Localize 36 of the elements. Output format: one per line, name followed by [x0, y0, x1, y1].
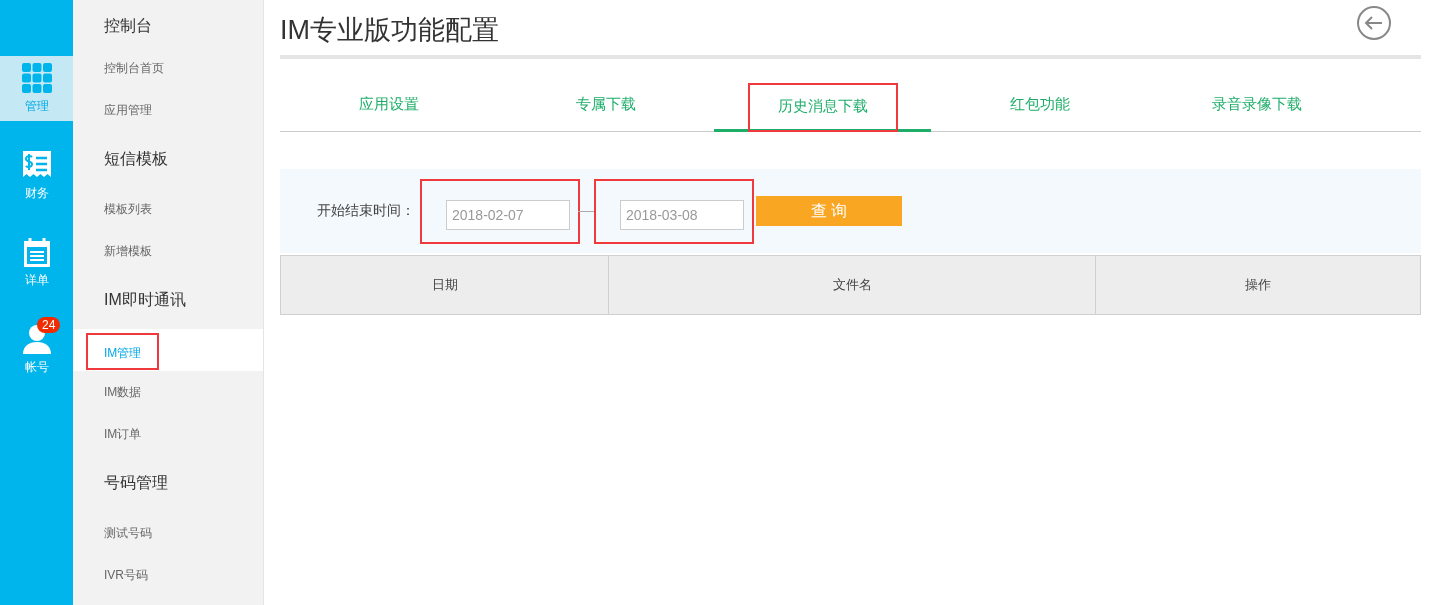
tab[interactable]: 录音录像下载 — [1148, 79, 1365, 131]
calendar-icon — [21, 236, 52, 268]
tab[interactable]: 应用设置 — [280, 79, 497, 131]
date-field[interactable]: 2018-02-07 — [446, 199, 570, 230]
annotation-frame: 历史消息下载 — [747, 82, 898, 132]
tab[interactable]: 历史消息下载 — [714, 79, 931, 132]
date-field[interactable]: 2018-03-08 — [620, 199, 744, 230]
grid-icon — [21, 62, 52, 94]
sidebar-item[interactable]: IVR号码 — [73, 554, 263, 596]
query-button[interactable]: 查 询 — [756, 196, 902, 226]
sidebar-item[interactable]: 测试号码 — [73, 512, 263, 554]
column-header: 文件名 — [609, 256, 1096, 314]
sidebar-item[interactable]: IM数据 — [73, 371, 263, 413]
sidebar-item[interactable]: 新增模板 — [73, 230, 263, 272]
section-heading: 短信模板 — [103, 149, 169, 169]
section-heading: 控制台 — [103, 15, 153, 36]
rail-item[interactable]: 帐号 24 — [0, 317, 73, 382]
page-title: IM专业版功能配置 — [280, 13, 499, 47]
sidebar-item[interactable]: 控制台首页 — [73, 47, 263, 89]
tab[interactable]: 专属下载 — [497, 79, 714, 131]
column-header: 日期 — [281, 256, 609, 314]
back-icon[interactable] — [1356, 4, 1392, 41]
sidebar-item[interactable]: 模板列表 — [73, 188, 263, 230]
section-heading: 号码管理 — [103, 473, 169, 493]
section-heading: IM即时通讯 — [103, 290, 187, 310]
tab[interactable]: 红包功能 — [931, 79, 1148, 131]
annotation-frame: IM管理 — [86, 332, 160, 370]
rail-item[interactable]: 管理 — [0, 56, 73, 121]
rail-item[interactable]: 财务 — [0, 143, 73, 208]
count-badge: 24 — [37, 317, 61, 333]
sidebar-item[interactable]: 应用管理 — [73, 89, 263, 131]
sidebar-item[interactable]: IM管理 — [73, 329, 263, 371]
field-label: 开始结束时间： — [317, 202, 415, 220]
rail-item[interactable]: 详单 — [0, 230, 73, 295]
column-header: 操作 — [1244, 276, 1272, 294]
sidebar-item[interactable]: IM订单 — [73, 413, 263, 455]
